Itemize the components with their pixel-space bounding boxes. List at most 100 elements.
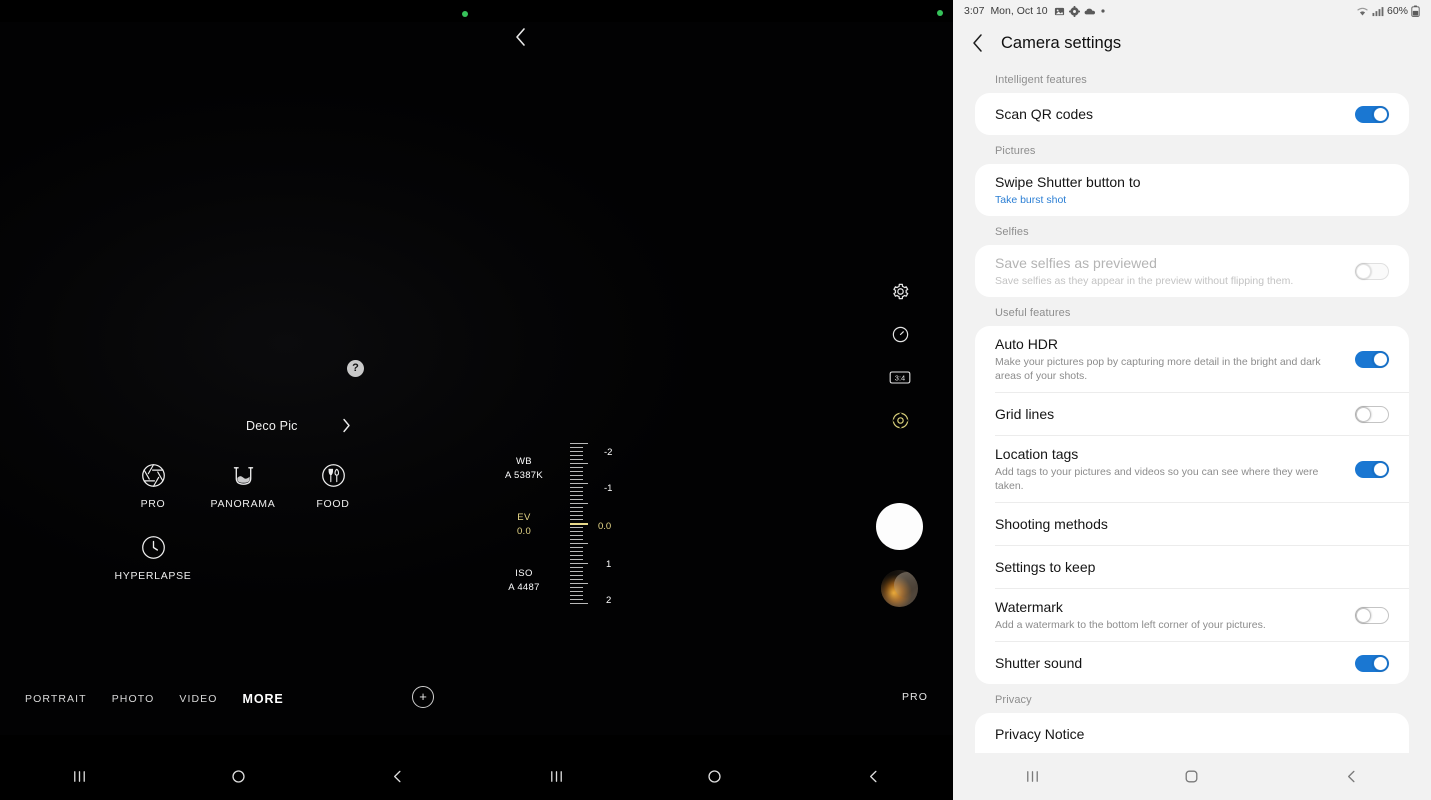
mode-hyperlapse[interactable]: HYPERLAPSE (108, 534, 198, 582)
toggle-scan-qr-codes[interactable] (1355, 105, 1389, 123)
settings-row-privacy-notice[interactable]: Privacy Notice (975, 713, 1409, 755)
mode-food[interactable]: FOOD (288, 462, 378, 510)
settings-row-shooting-methods[interactable]: Shooting methods (975, 503, 1409, 545)
row-texts: Save selfies as previewed Save selfies as… (995, 245, 1341, 297)
row-title: Watermark (995, 599, 1063, 615)
help-icon[interactable]: ? (347, 360, 364, 377)
back-button[interactable] (358, 768, 438, 785)
ev-slider-tick (570, 531, 583, 532)
ev-slider-thumb[interactable] (570, 523, 588, 525)
camera-mode-strip: PORTRAIT PHOTO VIDEO MORE (0, 678, 953, 720)
aperture-icon (141, 462, 166, 489)
metering-icon (892, 412, 908, 429)
toggle-knob (1373, 351, 1388, 367)
mode-tab-photo[interactable]: PHOTO (112, 693, 155, 705)
toggle-watermark[interactable] (1355, 606, 1389, 624)
toggle-grid-lines[interactable] (1355, 405, 1389, 423)
ev-slider[interactable] (570, 443, 588, 605)
iso-readout[interactable]: ISO A 4487 (495, 567, 553, 595)
panorama-icon (231, 462, 256, 489)
row-texts: Location tags Add tags to your pictures a… (995, 436, 1341, 502)
settings-card-intelligent-features: Scan QR codes (975, 93, 1409, 135)
camera-timer-button[interactable] (882, 315, 918, 354)
home-button[interactable] (1152, 768, 1232, 785)
settings-card-selfies: Save selfies as previewed Save selfies as… (975, 245, 1409, 297)
row-texts: Grid lines (995, 396, 1341, 433)
ev-key: EV (517, 512, 531, 523)
section-header-intelligent-features: Intelligent features (995, 74, 1087, 86)
recents-button[interactable] (516, 768, 596, 785)
settings-row-scan-qr-codes[interactable]: Scan QR codes (975, 93, 1409, 135)
camera-metering-button[interactable] (882, 401, 918, 440)
ev-slider-tick (570, 539, 583, 540)
home-icon (1186, 770, 1198, 783)
mode-tab-portrait[interactable]: PORTRAIT (25, 693, 87, 705)
add-mode-button[interactable]: + (412, 686, 434, 708)
recents-icon (1027, 771, 1039, 782)
toggle-save-selfies-as-previewed (1355, 262, 1389, 280)
settings-row-shutter-sound[interactable]: Shutter sound (975, 642, 1409, 684)
toggle-auto-hdr[interactable] (1355, 350, 1389, 368)
back-button[interactable] (834, 768, 914, 785)
settings-row-grid-lines[interactable]: Grid lines (975, 393, 1409, 435)
chevron-left-icon (515, 28, 525, 46)
back-icon (1347, 770, 1355, 783)
settings-row-settings-to-keep[interactable]: Settings to keep (975, 546, 1409, 588)
ev-readout[interactable]: EV 0.0 (495, 511, 553, 539)
recents-button[interactable] (993, 768, 1073, 785)
home-button[interactable] (199, 768, 279, 785)
ev-slider-tick (570, 579, 583, 580)
ev-slider-tick (570, 443, 588, 444)
back-button[interactable] (1311, 768, 1391, 785)
mode-tab-video[interactable]: VIDEO (179, 693, 217, 705)
recents-button[interactable] (40, 768, 120, 785)
deco-pic-entry[interactable]: Deco Pic (246, 418, 351, 433)
settings-row-watermark[interactable]: Watermark Add a watermark to the bottom l… (975, 589, 1409, 641)
settings-list[interactable]: Intelligent features Scan QR codes Picture… (953, 64, 1431, 798)
settings-back-button[interactable] (971, 33, 984, 53)
signal-icon (1372, 6, 1384, 16)
camera-aspect-ratio-button[interactable]: 3:4 (882, 358, 918, 397)
ev-value: 0.0 (516, 526, 532, 537)
toggle-knob (1356, 406, 1371, 422)
camera-close-more-button[interactable] (505, 22, 535, 52)
timer-icon (892, 326, 908, 343)
toggle-location-tags[interactable] (1355, 460, 1389, 478)
row-texts: Shutter sound (995, 645, 1341, 682)
row-title: Location tags (995, 446, 1079, 462)
home-icon (232, 770, 245, 783)
row-texts: Privacy Notice (995, 716, 1389, 753)
row-texts: Settings to keep (995, 549, 1389, 586)
gallery-icon (1054, 7, 1064, 15)
settings-row-swipe-shutter-button-to[interactable]: Swipe Shutter button to Take burst shot (975, 164, 1409, 216)
row-title: Auto HDR (995, 336, 1059, 352)
iso-value: A 4487 (508, 582, 540, 593)
gallery-thumbnail[interactable] (881, 570, 918, 607)
ev-label-current: 0.0 (598, 521, 612, 532)
viewfinder-preview[interactable] (0, 22, 953, 735)
row-title: Swipe Shutter button to (995, 174, 1141, 190)
row-title: Grid lines (995, 405, 1055, 422)
ev-slider-tick (570, 575, 583, 576)
camera-controls-rail: 3:4 (882, 272, 918, 440)
row-texts: Swipe Shutter button to Take burst shot (995, 164, 1389, 216)
settings-row-auto-hdr[interactable]: Auto HDR Make your pictures pop by captur… (975, 326, 1409, 392)
home-button[interactable] (675, 768, 755, 785)
pro-readouts: WB A 5387K EV 0.0 ISO A 4487 (495, 455, 553, 623)
ev-slider-tick (570, 535, 583, 536)
toggle-knob (1356, 263, 1371, 279)
wb-readout[interactable]: WB A 5387K (495, 455, 553, 483)
camera-settings-button[interactable] (882, 272, 918, 311)
toggle-shutter-sound[interactable] (1355, 654, 1389, 672)
ev-slider-tick (570, 491, 583, 492)
mode-panorama[interactable]: PANORAMA (198, 462, 288, 510)
wifi-icon (1357, 7, 1368, 16)
ev-slider-tick (570, 463, 588, 464)
mode-pro[interactable]: PRO (108, 462, 198, 510)
shutter-button[interactable] (876, 503, 923, 550)
settings-row-location-tags[interactable]: Location tags Add tags to your pictures a… (975, 436, 1409, 502)
mode-tab-more[interactable]: MORE (243, 692, 284, 706)
mode-tab-pro[interactable]: PRO (902, 691, 928, 703)
row-subtitle: Make your pictures pop by capturing more… (995, 356, 1321, 382)
camera-privacy-indicator-left (462, 11, 468, 17)
